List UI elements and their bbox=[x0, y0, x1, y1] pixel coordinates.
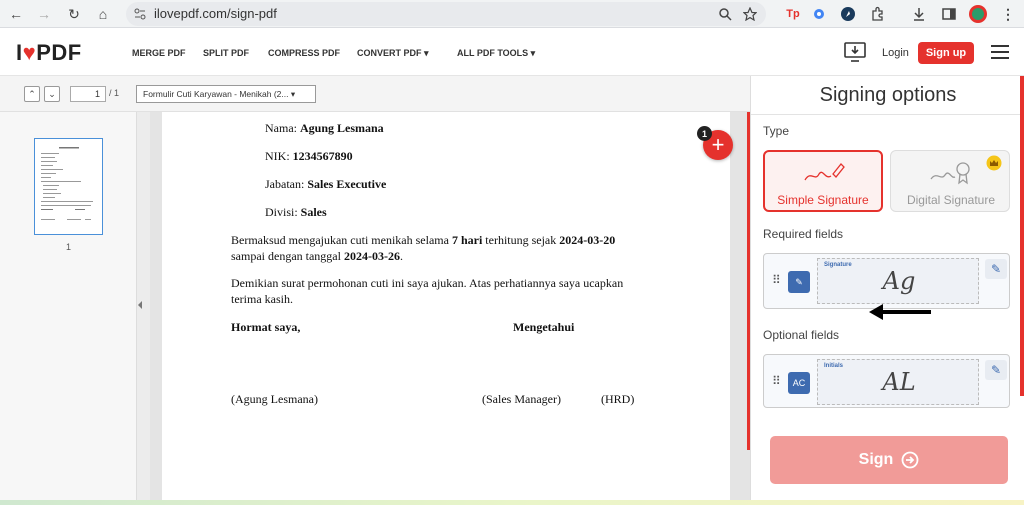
browser-menu-icon[interactable]: ⋮ bbox=[998, 4, 1018, 24]
sign-button-label: Sign bbox=[858, 451, 894, 468]
digital-signature-option[interactable]: Digital Signature bbox=[890, 150, 1010, 212]
signup-button[interactable]: Sign up bbox=[918, 42, 974, 64]
doc-line-divisi: Divisi: Sales bbox=[265, 205, 327, 219]
panel-scrollbar[interactable] bbox=[1020, 76, 1024, 396]
download-icon[interactable] bbox=[911, 6, 927, 22]
signature-preview-text: Ag bbox=[882, 267, 916, 295]
nav-convert-pdf[interactable]: CONVERT PDF ▾ bbox=[357, 48, 429, 59]
url-text: ilovepdf.com/sign-pdf bbox=[154, 6, 277, 21]
logo-heart-icon: ♥ bbox=[22, 40, 37, 65]
nav-merge-pdf[interactable]: MERGE PDF bbox=[132, 48, 186, 58]
nav-split-pdf[interactable]: SPLIT PDF bbox=[203, 48, 249, 58]
doc-line-nik: NIK: 1234567890 bbox=[265, 149, 353, 163]
signing-options-panel: Signing options Type Simple Signature Di… bbox=[750, 76, 1024, 505]
reload-icon[interactable]: ↻ bbox=[64, 4, 84, 24]
profile-avatar[interactable] bbox=[968, 4, 988, 24]
signature-pen-icon: ✎ bbox=[788, 271, 810, 293]
optional-fields-label: Optional fields bbox=[763, 328, 840, 342]
doc-sig-manager: (Sales Manager) bbox=[482, 392, 561, 406]
doc-mengetahui: Mengetahui bbox=[513, 320, 575, 334]
signature-preview[interactable]: Signature Ag bbox=[817, 258, 979, 304]
thumbnail-preview bbox=[41, 147, 93, 220]
doc-paragraph-2a: Demikian surat permohonan cuti ini saya … bbox=[231, 276, 624, 290]
doc-paragraph-1a: Bermaksud mengajukan cuti menikah selama… bbox=[231, 233, 616, 247]
signature-field-card[interactable]: ⠿ ✎ Signature Ag ✎ bbox=[763, 253, 1010, 309]
thumbnail-panel: 1 bbox=[0, 112, 137, 500]
doc-sig-agung: (Agung Lesmana) bbox=[231, 392, 318, 406]
page-thumbnail[interactable] bbox=[34, 138, 103, 235]
site-header: I♥PDF MERGE PDF SPLIT PDF COMPRESS PDF C… bbox=[0, 28, 1024, 76]
logo-pdf: PDF bbox=[36, 40, 82, 65]
simple-signature-option[interactable]: Simple Signature bbox=[763, 150, 883, 212]
bookmark-star-icon[interactable] bbox=[743, 7, 757, 21]
doc-paragraph-1b: sampai dengan tanggal 2024-03-26. bbox=[231, 249, 403, 263]
edit-initials-button[interactable]: ✎ bbox=[985, 360, 1007, 380]
initials-field-card[interactable]: ⠿ AC Initials AL ✎ bbox=[763, 354, 1010, 408]
home-icon[interactable]: ⌂ bbox=[93, 4, 113, 24]
next-page-button[interactable]: ⌄ bbox=[44, 86, 60, 102]
doc-paragraph-2b: terima kasih. bbox=[231, 292, 293, 306]
doc-sig-hrd: (HRD) bbox=[601, 392, 635, 406]
pdf-page[interactable]: Nama: Agung Lesmana NIK: 1234567890 Jaba… bbox=[162, 112, 730, 500]
browser-toolbar: ← → ↻ ⌂ ilovepdf.com/sign-pdf Tp ⋮ bbox=[0, 0, 1024, 28]
extensions-puzzle-icon[interactable] bbox=[870, 6, 886, 22]
page-number-input[interactable]: 1 bbox=[70, 86, 106, 102]
initials-preview-text: AL bbox=[882, 368, 916, 396]
digital-signature-icon bbox=[930, 162, 970, 185]
simple-signature-label: Simple Signature bbox=[777, 193, 869, 207]
prev-page-button[interactable]: ⌃ bbox=[24, 86, 40, 102]
extension-dark-icon[interactable] bbox=[840, 6, 856, 22]
desktop-download-icon[interactable] bbox=[843, 41, 867, 63]
zoom-icon[interactable] bbox=[718, 7, 732, 21]
document-toolbar: ⌃ ⌄ 1 / 1 Formulir Cuti Karyawan - Menik… bbox=[0, 76, 750, 112]
document-viewer: Nama: Agung Lesmana NIK: 1234567890 Jaba… bbox=[150, 112, 750, 500]
document-select[interactable]: Formulir Cuti Karyawan - Menikah (2... ▾ bbox=[136, 85, 316, 103]
address-bar[interactable]: ilovepdf.com/sign-pdf bbox=[126, 2, 766, 26]
premium-crown-icon bbox=[986, 155, 1002, 171]
login-link[interactable]: Login bbox=[882, 47, 909, 59]
page-total: / 1 bbox=[109, 88, 120, 98]
thumbnail-page-number: 1 bbox=[66, 242, 72, 252]
digital-signature-label: Digital Signature bbox=[906, 193, 996, 207]
bottom-edge bbox=[0, 500, 1024, 505]
nav-compress-pdf[interactable]: COMPRESS PDF bbox=[268, 48, 340, 58]
title-divider bbox=[751, 114, 1021, 115]
sign-button[interactable]: Sign bbox=[770, 436, 1008, 484]
required-fields-label: Required fields bbox=[763, 227, 844, 241]
drag-handle-icon[interactable]: ⠿ bbox=[772, 374, 781, 388]
arrow-pointer-icon bbox=[869, 304, 931, 320]
ilovepdf-logo[interactable]: I♥PDF bbox=[16, 40, 82, 66]
type-label: Type bbox=[763, 124, 790, 138]
doc-line-jabatan: Jabatan: Sales Executive bbox=[265, 177, 387, 191]
doc-line-nama: Nama: Agung Lesmana bbox=[265, 121, 384, 135]
edit-signature-button[interactable]: ✎ bbox=[985, 259, 1007, 279]
collapse-arrow-icon[interactable] bbox=[137, 300, 143, 310]
doc-hormat: Hormat saya, bbox=[231, 320, 301, 334]
drag-handle-icon[interactable]: ⠿ bbox=[772, 273, 781, 287]
forward-icon[interactable]: → bbox=[34, 4, 54, 24]
hamburger-menu-icon[interactable] bbox=[990, 44, 1010, 60]
side-panel-icon[interactable] bbox=[941, 6, 957, 22]
panel-title: Signing options bbox=[819, 84, 957, 106]
nav-all-pdf-tools[interactable]: ALL PDF TOOLS ▾ bbox=[457, 48, 535, 59]
logo-i: I bbox=[16, 40, 23, 65]
initials-preview[interactable]: Initials AL bbox=[817, 359, 979, 405]
field-count-badge: 1 bbox=[697, 126, 712, 141]
simple-signature-icon bbox=[804, 163, 845, 181]
extension-tp-icon[interactable]: Tp bbox=[783, 4, 803, 24]
initials-icon: AC bbox=[788, 372, 810, 394]
back-icon[interactable]: ← bbox=[6, 4, 26, 24]
extension-drop-icon[interactable] bbox=[812, 7, 826, 21]
site-info-icon[interactable] bbox=[134, 8, 146, 20]
arrow-circle-icon bbox=[901, 451, 919, 469]
